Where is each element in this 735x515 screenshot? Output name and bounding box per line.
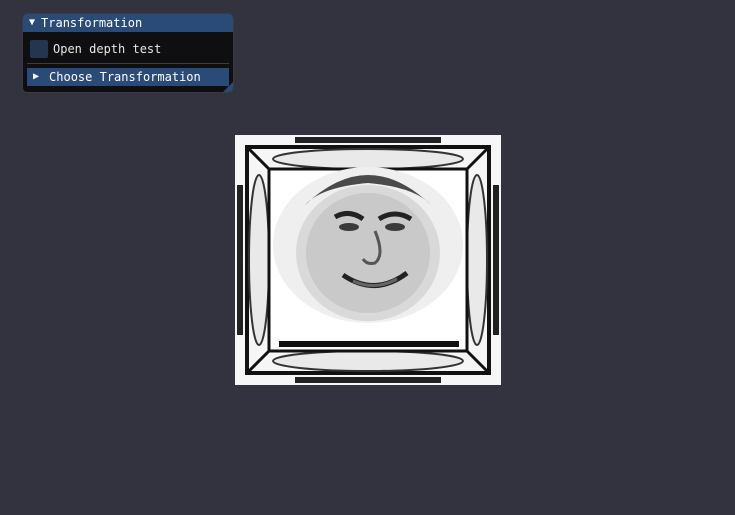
depth-test-label: Open depth test bbox=[53, 42, 162, 56]
triangle-down-icon[interactable]: ▼ bbox=[29, 14, 35, 32]
depth-test-row[interactable]: Open depth test bbox=[30, 40, 161, 58]
textured-quad bbox=[235, 135, 501, 385]
depth-test-checkbox[interactable] bbox=[30, 40, 48, 58]
texture-image bbox=[235, 135, 501, 385]
choose-transformation-header[interactable]: ▶ Choose Transformation bbox=[27, 68, 229, 86]
window-title-bar[interactable]: ▼ Transformation bbox=[23, 14, 233, 32]
separator bbox=[27, 63, 229, 64]
triangle-right-icon: ▶ bbox=[33, 71, 40, 82]
transformation-window[interactable]: ▼ Transformation Open depth test ▶ Choos… bbox=[22, 13, 234, 93]
resize-grip[interactable] bbox=[223, 82, 233, 92]
window-title: Transformation bbox=[41, 16, 143, 30]
choose-transformation-label: Choose Transformation bbox=[49, 70, 201, 84]
